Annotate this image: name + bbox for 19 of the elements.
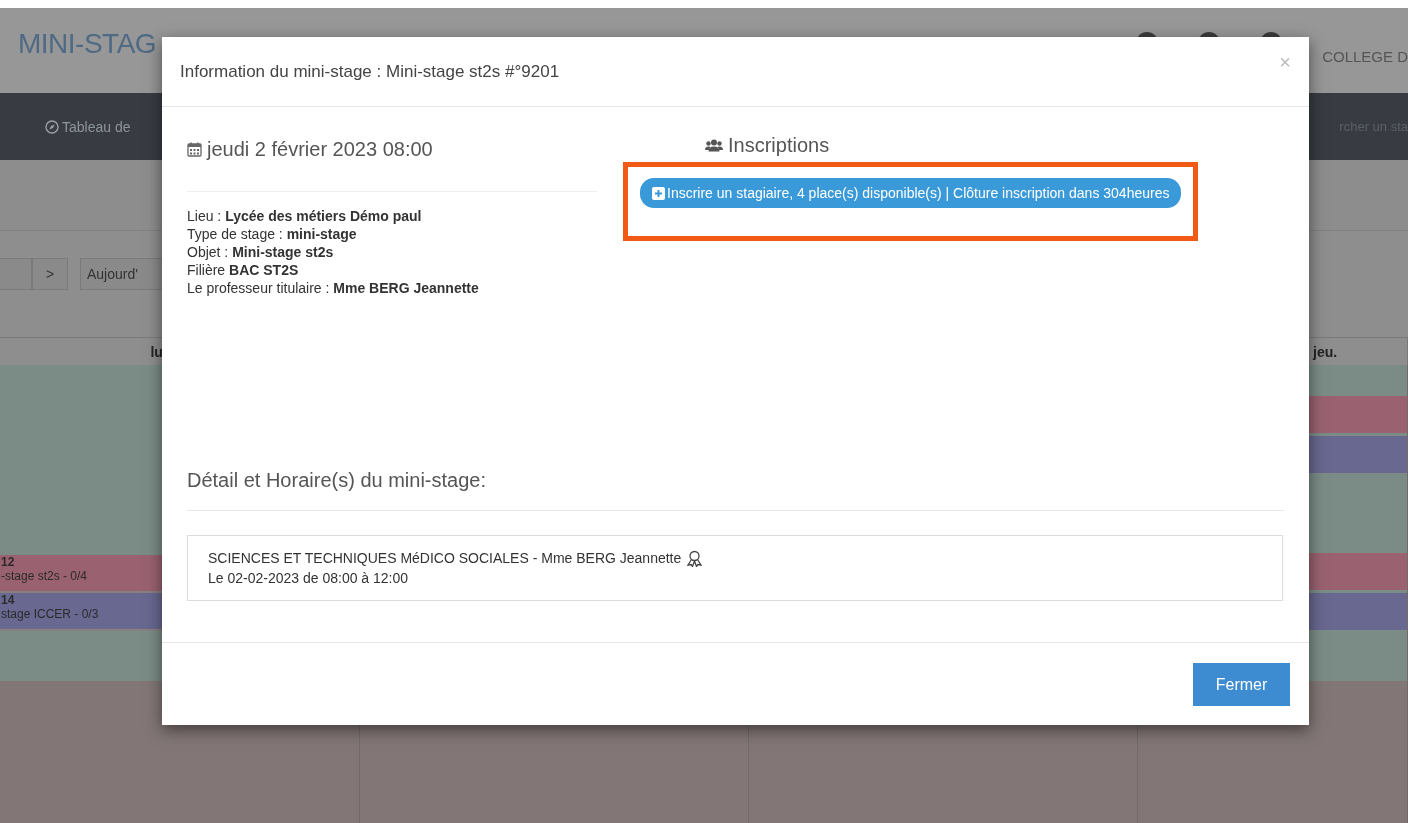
event-time: 12 bbox=[1, 555, 15, 569]
schedule-subject: SCIENCES ET TECHNIQUES MéDICO SOCIALES - Mme BERG Jeannette bbox=[208, 549, 682, 568]
school-name: COLLEGE D bbox=[1322, 48, 1408, 65]
event-time: 14 bbox=[1, 593, 15, 607]
event-title: -stage st2s - 0/4 bbox=[1, 569, 88, 583]
detail-line: Objet : Mini-stage st2s bbox=[187, 243, 335, 261]
schedule-time: Le 02-02-2023 de 08:00 à 12:00 bbox=[208, 569, 410, 588]
detail-line: Lieu : Lycée des métiers Démo paul bbox=[187, 207, 423, 225]
detail-line: Type de stage : mini-stage bbox=[187, 225, 358, 243]
detail-line: Filière BAC ST2S bbox=[187, 261, 300, 279]
event-date: jeudi 2 février 2023 08:00 bbox=[207, 137, 433, 161]
day-header: jeu. bbox=[1313, 343, 1338, 360]
detail-line: Le professeur titulaire : Mme BERG Jeannette bbox=[187, 279, 480, 297]
app-title: MINI-STAG bbox=[18, 28, 157, 60]
day-header: lu bbox=[150, 343, 163, 360]
section-heading: Détail et Horaire(s) du mini-stage: bbox=[187, 469, 487, 492]
event-title: stage ICCER - 0/3 bbox=[1, 607, 99, 621]
section-heading: Inscriptions bbox=[728, 133, 830, 157]
dialog-title: Information du mini-stage : Mini-stage st2s #°9201 bbox=[180, 61, 560, 82]
